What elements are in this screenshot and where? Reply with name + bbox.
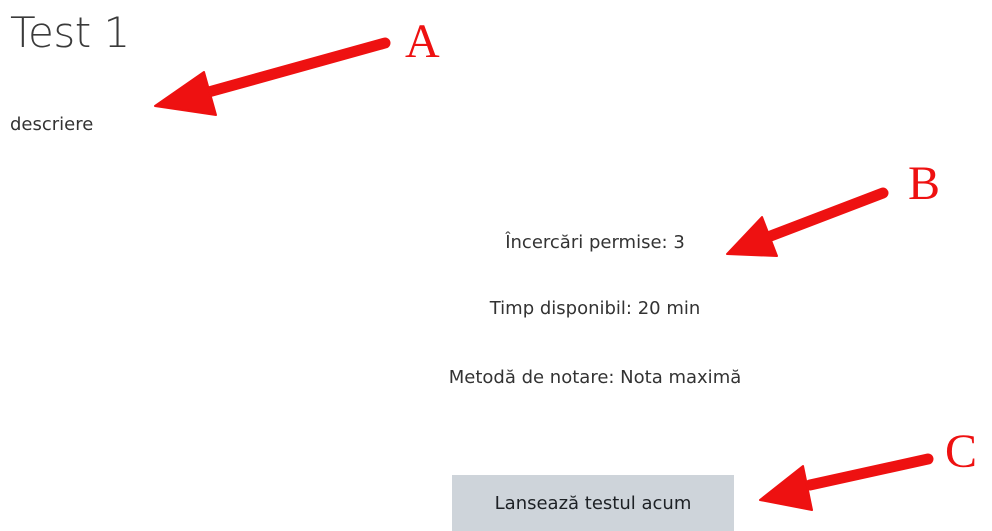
annotation-label-b: B <box>908 157 941 210</box>
annotation-arrowhead-c <box>759 465 813 511</box>
annotation-arrowhead-a <box>154 71 217 116</box>
annotation-label-c: C <box>945 425 978 478</box>
annotation-label-a: A <box>405 15 440 68</box>
annotation-arrow-a <box>199 37 391 99</box>
annotation-arrow-b <box>762 187 889 243</box>
annotation-arrows <box>154 37 934 511</box>
annotation-arrow-c <box>804 453 934 491</box>
annotation-arrowhead-b <box>726 216 778 257</box>
